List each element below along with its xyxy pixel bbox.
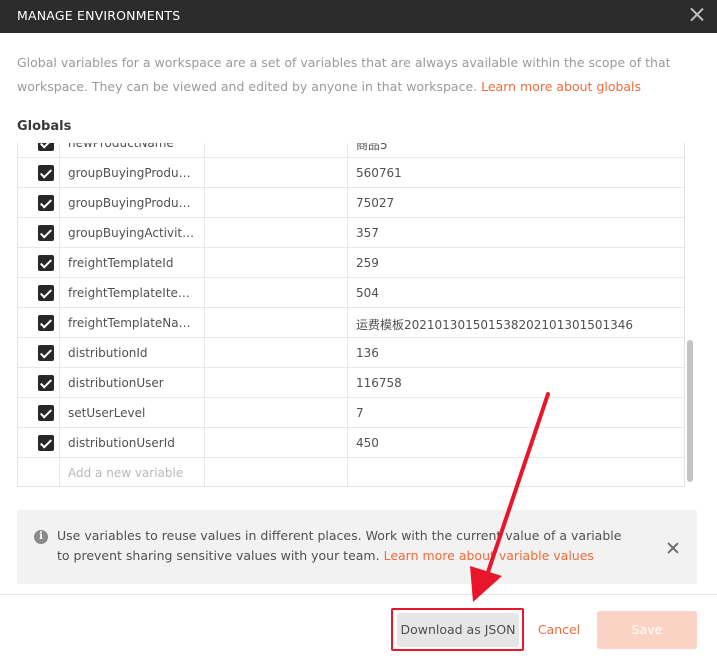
variable-key-cell[interactable]: freightTemplateItem... xyxy=(60,278,205,308)
initial-value-cell[interactable] xyxy=(205,458,348,486)
initial-value-cell[interactable] xyxy=(205,158,348,188)
variable-enabled-checkbox[interactable] xyxy=(38,375,54,391)
row-checkbox-cell xyxy=(18,188,60,218)
cancel-button[interactable]: Cancel xyxy=(533,613,585,647)
current-value-cell[interactable] xyxy=(348,458,684,486)
initial-value-cell[interactable] xyxy=(205,143,348,158)
learn-more-variable-values-link[interactable]: Learn more about variable values xyxy=(384,548,594,563)
variable-enabled-checkbox[interactable] xyxy=(38,165,54,181)
save-button[interactable]: Save xyxy=(597,611,697,649)
variable-key-cell[interactable]: groupBuyingProduct... xyxy=(60,188,205,218)
initial-value-cell[interactable] xyxy=(205,188,348,218)
initial-value-cell[interactable] xyxy=(205,248,348,278)
current-value-cell[interactable]: 560761 xyxy=(348,158,684,188)
current-value-cell[interactable]: 136 xyxy=(348,338,684,368)
row-checkbox-cell xyxy=(18,248,60,278)
variable-enabled-checkbox[interactable] xyxy=(38,225,54,241)
row-checkbox-cell xyxy=(18,143,60,158)
info-text: Use variables to reuse values in differe… xyxy=(57,526,637,566)
info-banner: i Use variables to reuse values in diffe… xyxy=(17,510,697,584)
variable-key-cell[interactable]: distributionUserId xyxy=(60,428,205,458)
close-icon[interactable] xyxy=(687,5,707,25)
current-value-cell[interactable]: 运费模板20210130150153820210130150134​6 xyxy=(348,308,684,338)
table-row: setUserLevel 7 xyxy=(18,398,684,428)
modal-title: MANAGE ENVIRONMENTS xyxy=(17,8,181,23)
current-value-cell[interactable]: 357 xyxy=(348,218,684,248)
row-checkbox-cell xyxy=(18,458,60,486)
row-checkbox-cell xyxy=(18,338,60,368)
variable-enabled-checkbox[interactable] xyxy=(38,435,54,451)
initial-value-cell[interactable] xyxy=(205,338,348,368)
globals-table: newProductName 商品5 groupBuyingProductId 560… xyxy=(17,143,685,487)
variable-enabled-checkbox[interactable] xyxy=(38,315,54,331)
table-row: groupBuyingProductId 560761 xyxy=(18,158,684,188)
table-row: groupBuyingActivityId 357 xyxy=(18,218,684,248)
table-row: freightTemplateName 运费模板20210130150153820… xyxy=(18,308,684,338)
add-variable-row: Add a new variable xyxy=(18,458,684,486)
row-checkbox-cell xyxy=(18,278,60,308)
scrollbar-thumb[interactable] xyxy=(687,340,693,482)
row-checkbox-cell xyxy=(18,428,60,458)
initial-value-cell[interactable] xyxy=(205,368,348,398)
initial-value-cell[interactable] xyxy=(205,278,348,308)
current-value-cell[interactable]: 商品5 xyxy=(348,143,684,158)
variable-enabled-checkbox[interactable] xyxy=(38,195,54,211)
row-checkbox-cell xyxy=(18,398,60,428)
table-row: freightTemplateItem... 504 xyxy=(18,278,684,308)
table-row: groupBuyingProduct... 75027 xyxy=(18,188,684,218)
variable-key-cell[interactable]: freightTemplateName xyxy=(60,308,205,338)
initial-value-cell[interactable] xyxy=(205,428,348,458)
table-row: distributionUserId 450 xyxy=(18,428,684,458)
variable-key-cell[interactable]: setUserLevel xyxy=(60,398,205,428)
variable-enabled-checkbox[interactable] xyxy=(38,255,54,271)
variable-enabled-checkbox[interactable] xyxy=(38,143,54,151)
table-row: distributionUser 116758 xyxy=(18,368,684,398)
variable-key-cell[interactable]: groupBuyingProductId xyxy=(60,158,205,188)
globals-description: Global variables for a workspace are a s… xyxy=(17,51,697,99)
globals-table-body: newProductName 商品5 groupBuyingProductId 560… xyxy=(18,143,684,486)
add-variable-input[interactable]: Add a new variable xyxy=(60,458,205,486)
initial-value-cell[interactable] xyxy=(205,218,348,248)
variable-enabled-checkbox[interactable] xyxy=(38,285,54,301)
modal-header: MANAGE ENVIRONMENTS xyxy=(0,0,717,33)
current-value-cell[interactable]: 116758 xyxy=(348,368,684,398)
variable-key-cell[interactable]: newProductName xyxy=(60,143,205,158)
initial-value-cell[interactable] xyxy=(205,398,348,428)
current-value-cell[interactable]: 75027 xyxy=(348,188,684,218)
variable-enabled-checkbox[interactable] xyxy=(38,345,54,361)
row-checkbox-cell xyxy=(18,158,60,188)
current-value-cell[interactable]: 504 xyxy=(348,278,684,308)
variable-key-cell[interactable]: freightTemplateId xyxy=(60,248,205,278)
globals-heading: Globals xyxy=(17,119,72,134)
table-row: distributionId 136 xyxy=(18,338,684,368)
variable-key-cell[interactable]: distributionUser xyxy=(60,368,205,398)
current-value-cell[interactable]: 7 xyxy=(348,398,684,428)
variable-key-cell[interactable]: distributionId xyxy=(60,338,205,368)
row-checkbox-cell xyxy=(18,218,60,248)
variable-key-cell[interactable]: groupBuyingActivityId xyxy=(60,218,205,248)
current-value-cell[interactable]: 259 xyxy=(348,248,684,278)
info-icon: i xyxy=(34,530,48,544)
highlight-box xyxy=(391,608,524,651)
footer-divider xyxy=(0,594,717,595)
variable-enabled-checkbox[interactable] xyxy=(38,405,54,421)
initial-value-cell[interactable] xyxy=(205,308,348,338)
row-checkbox-cell xyxy=(18,308,60,338)
learn-more-globals-link[interactable]: Learn more about globals xyxy=(481,79,641,94)
table-row: newProductName 商品5 xyxy=(18,143,684,158)
table-row: freightTemplateId 259 xyxy=(18,248,684,278)
current-value-cell[interactable]: 450 xyxy=(348,428,684,458)
dismiss-info-icon[interactable] xyxy=(667,542,679,554)
row-checkbox-cell xyxy=(18,368,60,398)
